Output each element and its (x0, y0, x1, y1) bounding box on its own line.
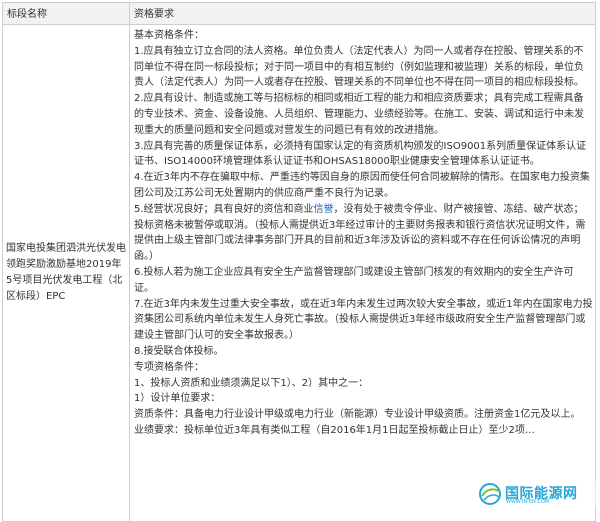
section-name-cell: 国家电投集团泗洪光伏发电领跑奖励激励基地2019年5号项目光伏发电工程（北区标段… (2, 24, 130, 522)
special-3: 资质条件：具备电力行业设计甲级或电力行业（新能源）专业设计甲级资质。注册资金1亿… (134, 409, 581, 421)
watermark-logo: 国际能源网 WWW.IN-EN.COM (478, 481, 598, 507)
condition-2: 2.应具有设计、制造或施工等与招标标的相同或相近工程的能力和相应资质要求；具有完… (134, 93, 584, 136)
watermark-url: WWW.IN-EN.COM (506, 499, 550, 505)
condition-4: 4.在近3年内不存在骗取中标、严重违约等因自身的原因而使任何合同被解除的情形。在… (134, 172, 590, 199)
globe-leaf-icon (479, 483, 501, 505)
special-1: 1、投标人资质和业绩须满足以下1）、2）其中之一： (134, 377, 369, 389)
special-2: 1）设计单位要求： (134, 393, 221, 405)
table-row: 国家电投集团泗洪光伏发电领跑奖励激励基地2019年5号项目光伏发电工程（北区标段… (2, 24, 596, 522)
credit-link[interactable]: 信誉 (314, 204, 334, 215)
special-conditions-title: 专项资格条件： (134, 361, 204, 373)
condition-3: 3.应具有完善的质量保证体系，必须持有国家认定的有资质机构颁发的ISO9001系… (134, 140, 587, 168)
header-qualification: 资格要求 (129, 2, 596, 25)
condition-7: 7.在近3年内未发生过重大安全事故，或在近3年内未发生过两次较大安全事故，或近1… (134, 298, 593, 342)
condition-6: 6.投标人若为施工企业应具有安全生产监督管理部门或建设主管部门核发的有效期内的安… (134, 266, 574, 294)
header-section-name: 标段名称 (2, 2, 130, 25)
table-header-row: 标段名称 资格要求 (2, 2, 596, 25)
condition-1: 1.应具有独立订立合同的法人资格。单位负责人（法定代表人）为同一人或者存在控股、… (134, 45, 584, 89)
condition-8: 8.接受联合体投标。 (134, 345, 224, 357)
condition-5: 5.经营状况良好；具有良好的资信和商业信誉，没有处于被责令停业、财产被接管、冻结… (134, 202, 593, 265)
requirements-cell: 基本资格条件： 1.应具有独立订立合同的法人资格。单位负责人（法定代表人）为同一… (129, 24, 596, 522)
special-4: 业绩要求：投标单位近3年具有类似工程（自2016年1月1日起至投标截止日止）至少… (134, 424, 535, 436)
basic-conditions-title: 基本资格条件： (134, 30, 204, 41)
qualification-table: 标段名称 资格要求 国家电投集团泗洪光伏发电领跑奖励激励基地2019年5号项目光… (2, 2, 596, 522)
condition-5-text-a: 5.经营状况良好；具有良好的资信和商业 (134, 203, 314, 215)
